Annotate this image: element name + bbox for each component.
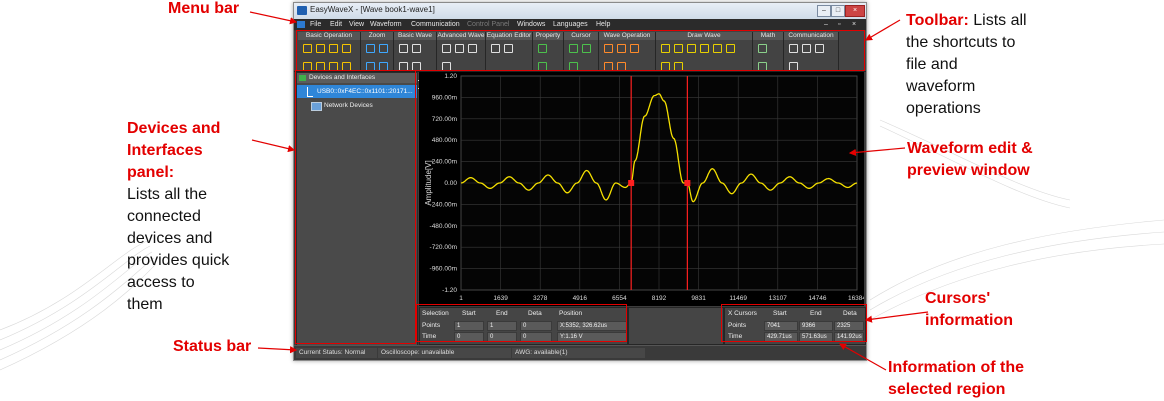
arrow-selected-region bbox=[838, 343, 887, 371]
label-devices-line3: devices and bbox=[127, 230, 213, 247]
label-toolbar-line3: file and bbox=[906, 56, 958, 73]
label-selected-region: Information of the selected region bbox=[888, 357, 1048, 401]
label-toolbar-line1: Lists all bbox=[968, 12, 1027, 29]
arrow-toolbar bbox=[864, 19, 901, 41]
arrow-devices bbox=[251, 139, 296, 153]
arrow-status-bar bbox=[257, 346, 298, 354]
label-devices: Devices and Interfaces panel: Lists all … bbox=[127, 118, 257, 316]
label-toolbar: Toolbar: Lists all the shortcuts to file… bbox=[906, 10, 1056, 120]
label-devices-title3: panel: bbox=[127, 164, 175, 181]
label-devices-title2: Interfaces bbox=[127, 142, 203, 159]
label-devices-line4: provides quick bbox=[127, 252, 230, 269]
label-devices-title1: Devices and bbox=[127, 120, 221, 137]
label-waveform-line2: preview window bbox=[907, 162, 1030, 179]
label-toolbar-title: Toolbar: bbox=[906, 12, 969, 29]
label-toolbar-line2: the shortcuts to bbox=[906, 34, 1016, 51]
arrow-menu-bar bbox=[249, 11, 298, 25]
label-cursors-line2: information bbox=[925, 312, 1013, 329]
label-waveform-line1: Waveform edit & bbox=[907, 140, 1033, 157]
label-cursors: Cursors' information bbox=[925, 288, 1035, 332]
label-status-bar: Status bar bbox=[173, 338, 252, 355]
arrow-waveform bbox=[848, 147, 906, 157]
label-toolbar-line4: waveform bbox=[906, 78, 976, 95]
label-devices-line6: them bbox=[127, 296, 163, 313]
label-selected-line1: Information of the bbox=[888, 359, 1024, 376]
arrow-cursors bbox=[864, 311, 929, 323]
label-selected-line2: selected region bbox=[888, 381, 1006, 398]
label-toolbar-line5: operations bbox=[906, 100, 981, 117]
label-cursors-line1: Cursors' bbox=[925, 290, 991, 307]
label-devices-line5: access to bbox=[127, 274, 195, 291]
label-devices-line1: Lists all the bbox=[127, 186, 208, 203]
label-waveform: Waveform edit & preview window bbox=[907, 138, 1057, 182]
label-devices-line2: connected bbox=[127, 208, 201, 225]
label-menu-bar: Menu bar bbox=[168, 0, 240, 17]
